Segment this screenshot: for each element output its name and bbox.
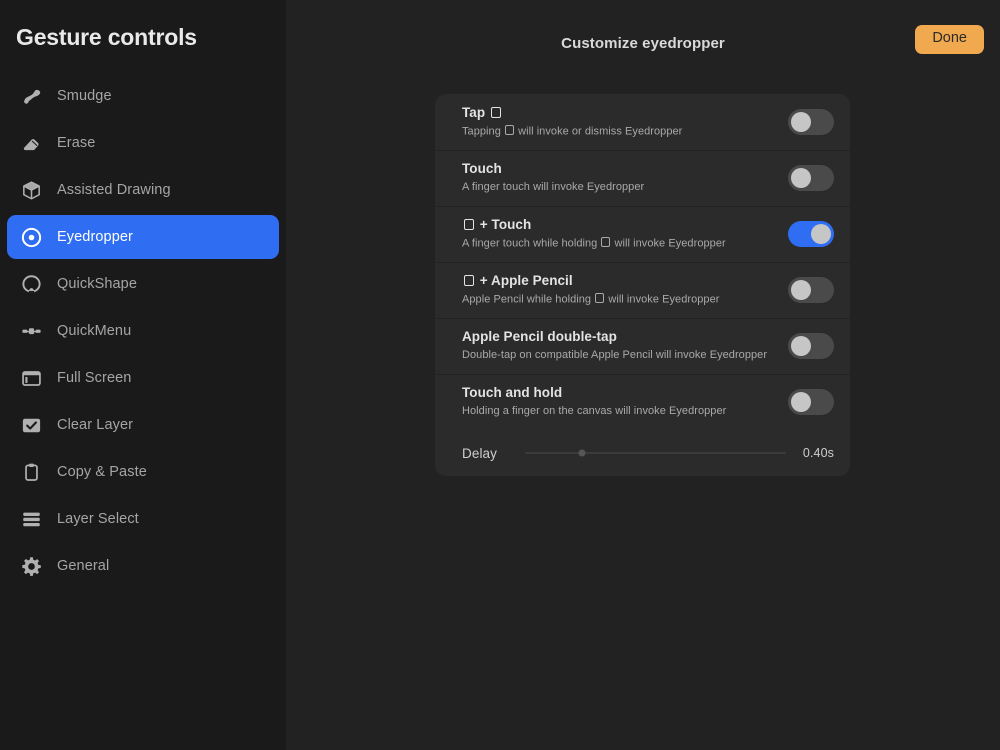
smudge-icon — [16, 83, 46, 109]
modifier-key-glyph-icon — [464, 219, 474, 231]
page-title: Gesture controls — [16, 24, 197, 50]
sidebar-item-eyedropper[interactable]: Eyedropper — [7, 215, 279, 259]
sidebar-item-label: Smudge — [57, 88, 112, 104]
topbar: Customize eyedropper Done — [286, 0, 1000, 76]
settings-row: Tap Tapping will invoke or dismiss Eyedr… — [435, 94, 850, 150]
sidebar-item-label: QuickShape — [57, 276, 137, 292]
settings-row-text: Apple Pencil double-tap Double-tap on com… — [462, 329, 788, 362]
settings-row: Apple Pencil double-tap Double-tap on com… — [435, 318, 850, 374]
eraser-icon — [16, 130, 46, 156]
settings-row-text: Touch and hold Holding a finger on the ca… — [462, 385, 788, 418]
modifier-key-glyph-icon — [490, 107, 501, 119]
toggle-knob — [791, 280, 811, 300]
sidebar-nav-list: Smudge Erase Assisted Drawing Eyedropper Qui… — [0, 74, 286, 588]
sidebar-item-full-screen[interactable]: Full Screen — [7, 356, 279, 400]
sidebar-item-label: QuickMenu — [57, 323, 132, 339]
panel-title: Customize eyedropper — [561, 35, 725, 52]
settings-row-title: + Touch — [462, 217, 788, 234]
clipboard-icon — [16, 459, 46, 485]
sidebar-item-quickmenu[interactable]: QuickMenu — [7, 309, 279, 353]
settings-row: Touch A finger touch will invoke Eyedropp… — [435, 150, 850, 206]
toggle-knob — [811, 224, 831, 244]
settings-row-subtitle: Apple Pencil while holding will invoke E… — [462, 293, 720, 306]
settings-row-subtitle: A finger touch while holding will invoke… — [462, 237, 726, 250]
sidebar-item-erase[interactable]: Erase — [7, 121, 279, 165]
settings-row-subtitle: Holding a finger on the canvas will invo… — [462, 405, 727, 418]
modifier-key-glyph-icon — [505, 125, 514, 136]
delay-value: 0.40s — [802, 446, 834, 460]
sidebar-item-label: General — [57, 558, 110, 574]
sidebar-item-label: Layer Select — [57, 511, 139, 527]
sidebar-item-quickshape[interactable]: QuickShape — [7, 262, 279, 306]
settings-row-title: Touch — [462, 161, 502, 177]
settings-card: Tap Tapping will invoke or dismiss Eyedr… — [435, 94, 850, 476]
settings-row-subtitle: A finger touch will invoke Eyedropper — [462, 181, 645, 194]
settings-row-subtitle: Tapping will invoke or dismiss Eyedroppe… — [462, 125, 683, 138]
sidebar-item-assisted-drawing[interactable]: Assisted Drawing — [7, 168, 279, 212]
sidebar-item-layer-select[interactable]: Layer Select — [7, 497, 279, 541]
delay-slider-thumb[interactable] — [578, 449, 586, 457]
layers-icon — [16, 506, 46, 532]
gesture-controls-window: Gesture controls Smudge Erase Assisted Dra… — [0, 0, 1000, 750]
fullscreen-icon — [16, 365, 46, 391]
sidebar-item-general[interactable]: General — [7, 544, 279, 588]
main-content: Customize eyedropper Done Tap Tapping wi… — [286, 0, 1000, 750]
sidebar-item-label: Full Screen — [57, 370, 132, 386]
settings-row: + Touch A finger touch while holding will… — [435, 206, 850, 262]
eyedropper-target-icon — [16, 224, 46, 250]
settings-row: Touch and hold Holding a finger on the ca… — [435, 374, 850, 430]
sidebar-item-clear-layer[interactable]: Clear Layer — [7, 403, 279, 447]
sidebar-item-copy-paste[interactable]: Copy & Paste — [7, 450, 279, 494]
settings-row-toggle[interactable] — [788, 389, 834, 415]
modifier-key-glyph-icon — [464, 275, 474, 287]
toggle-knob — [791, 336, 811, 356]
settings-row-toggle[interactable] — [788, 109, 834, 135]
cube-icon — [16, 177, 46, 203]
settings-row-toggle[interactable] — [788, 165, 834, 191]
toggle-knob — [791, 112, 811, 132]
toggle-knob — [791, 392, 811, 412]
modifier-key-glyph-icon — [595, 293, 605, 304]
sidebar-item-label: Clear Layer — [57, 417, 134, 433]
settings-row-text: + Touch A finger touch while holding will… — [462, 217, 788, 251]
quickshape-icon — [16, 271, 46, 297]
sidebar: Gesture controls Smudge Erase Assisted Dra… — [0, 0, 286, 750]
toggle-knob — [791, 168, 811, 188]
gear-icon — [16, 553, 46, 579]
delay-slider[interactable] — [525, 443, 786, 463]
settings-row-toggle[interactable] — [788, 277, 834, 303]
sidebar-item-label: Erase — [57, 135, 96, 151]
delay-label: Delay — [462, 445, 498, 461]
settings-row-title: Tap — [462, 105, 788, 122]
settings-row-text: + Apple Pencil Apple Pencil while holding… — [462, 273, 788, 307]
quickmenu-icon — [16, 318, 46, 344]
settings-row-text: Tap Tapping will invoke or dismiss Eyedr… — [462, 105, 788, 139]
delay-slider-row: Delay 0.40s — [435, 430, 850, 476]
settings-row-title: Apple Pencil double-tap — [462, 329, 617, 345]
settings-row-title: Touch and hold — [462, 385, 563, 401]
settings-row-subtitle: Double-tap on compatible Apple Pencil wi… — [462, 349, 768, 362]
settings-row-toggle[interactable] — [788, 333, 834, 359]
settings-row-toggle[interactable] — [788, 221, 834, 247]
sidebar-item-label: Copy & Paste — [57, 464, 147, 480]
sidebar-item-label: Eyedropper — [57, 229, 133, 245]
modifier-key-glyph-icon — [601, 237, 611, 248]
done-button[interactable]: Done — [915, 25, 984, 54]
settings-row-title: + Apple Pencil — [462, 273, 788, 290]
sidebar-item-label: Assisted Drawing — [57, 182, 171, 198]
settings-row: + Apple Pencil Apple Pencil while holding… — [435, 262, 850, 318]
delay-slider-track — [525, 452, 786, 454]
settings-row-text: Touch A finger touch will invoke Eyedropp… — [462, 161, 788, 194]
checkbox-checked-icon — [16, 412, 46, 438]
sidebar-item-smudge[interactable]: Smudge — [7, 74, 279, 118]
